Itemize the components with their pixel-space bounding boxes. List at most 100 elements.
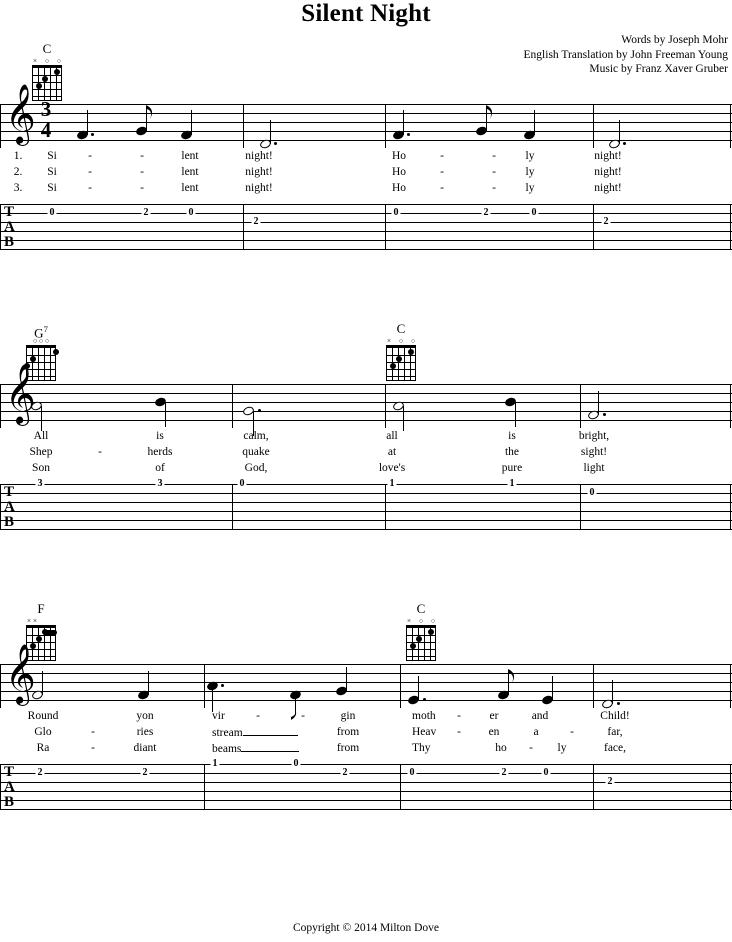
verse-number: 3. (13, 182, 23, 194)
credit-music: Music by Franz Xaver Gruber (589, 63, 728, 76)
lyric-syllable: quake (242, 446, 270, 458)
tab-staff-3: T A B 2 2 1 0 2 0 2 0 2 (0, 759, 732, 810)
melisma-line (242, 724, 298, 736)
finger-dot (36, 636, 42, 642)
tab-fret: 0 (237, 478, 247, 489)
lyric-syllable: ly (525, 182, 535, 194)
chord-label: G7 (34, 324, 48, 341)
open-marker-string-3 (44, 57, 50, 65)
chord-label: C (42, 41, 52, 56)
mute-marker-string-6 (386, 337, 392, 345)
lyric-syllable: night! (594, 182, 622, 194)
lyric-syllable: face, (603, 742, 627, 754)
lyric-hyphen: - (301, 710, 305, 722)
tab-fret: 0 (186, 207, 196, 218)
chord-open-mute-markers (406, 617, 436, 625)
lyric-hyphen: - (457, 710, 461, 722)
tab-fret: 2 (141, 207, 151, 218)
time-signature: 3 4 (40, 97, 52, 142)
tab-fret: 3 (155, 478, 165, 489)
credits-block: Words by Joseph Mohr English Translation… (524, 33, 728, 77)
treble-clef-icon: 𝄞 (5, 364, 36, 424)
open-marker-string-1 (410, 337, 416, 345)
lyric-syllable: sight! (580, 446, 608, 458)
lyric-syllable: is (156, 430, 164, 442)
lyric-hyphen: - (529, 742, 533, 754)
credit-words: Words by Joseph Mohr (621, 34, 728, 46)
mute-marker-string-6 (406, 617, 412, 625)
lyric-syllable: Thy (412, 742, 431, 754)
tab-staff-2: T A B 3 3 0 1 1 0 (0, 479, 732, 530)
lyric-syllable: Ho (391, 182, 407, 194)
lyric-syllable: the (504, 446, 520, 458)
lyric-syllable: night! (245, 150, 273, 162)
finger-dot (54, 69, 60, 75)
lyric-hyphen: - (140, 182, 144, 194)
lyric-syllable: light (583, 462, 605, 474)
open-marker-string-3 (398, 337, 404, 345)
finger-dot (428, 629, 434, 635)
tab-staff-1: T A B 0 2 0 2 0 2 0 2 (0, 204, 732, 250)
lyric-syllable: Si (47, 150, 57, 162)
open-marker-string-1 (56, 57, 62, 65)
lyric-syllable: night! (594, 166, 622, 178)
lyric-syllable: pure (501, 462, 523, 474)
tab-fret: 2 (140, 767, 150, 778)
tab-fret: 0 (407, 767, 417, 778)
chord-open-mute-markers (386, 337, 416, 345)
lyric-hyphen: - (440, 166, 444, 178)
tab-fret: 1 (387, 478, 397, 489)
lyric-hyphen: - (492, 150, 496, 162)
lyric-syllable: love's (378, 462, 406, 474)
lyric-syllable: yon (136, 710, 154, 722)
tab-letter-a: A (4, 779, 15, 795)
tab-fret: 2 (340, 767, 350, 778)
finger-dot (42, 629, 48, 635)
chord-open-mute-markers (26, 617, 56, 625)
lyric-syllable: God, (244, 462, 268, 474)
lyric-syllable: vir (212, 710, 225, 722)
lyric-hyphen: - (88, 166, 92, 178)
lyric-syllable: night! (594, 150, 622, 162)
lyric-syllable: er (489, 710, 499, 722)
tab-letter-t: T (4, 484, 15, 500)
finger-dot (416, 636, 422, 642)
tab-letter-b: B (4, 794, 15, 810)
copyright-notice: Copyright © 2014 Milton Dove (292, 922, 440, 934)
verse-number: 2. (13, 166, 23, 178)
lyric-hyphen: - (98, 446, 102, 458)
lyric-syllable: Shep (29, 446, 53, 458)
tab-fret: 0 (291, 758, 301, 769)
lyric-syllable: gin (340, 710, 356, 722)
lyric-syllable: far, (607, 726, 623, 738)
verse-number: 1. (13, 150, 23, 162)
lyric-syllable: Round (27, 710, 59, 722)
finger-dot (390, 363, 396, 369)
chord-label: C (416, 601, 426, 616)
tab-fret: 2 (481, 207, 491, 218)
lyric-syllable: night! (245, 166, 273, 178)
tab-fret: 0 (541, 767, 551, 778)
tab-fret: 0 (47, 207, 57, 218)
lyric-syllable: Glo (34, 726, 52, 738)
sheet-music-page: Silent Night Words by Joseph Mohr Englis… (0, 0, 732, 942)
tab-fret: 2 (499, 767, 509, 778)
lyric-syllable: Ho (391, 150, 407, 162)
lyric-syllable: en (488, 726, 500, 738)
lyric-syllable: bright, (578, 430, 610, 442)
tab-fret: 2 (35, 767, 45, 778)
tab-letter-a: A (4, 499, 15, 515)
lyric-syllable: Si (47, 182, 57, 194)
finger-dot (36, 83, 42, 89)
lyric-hyphen: - (91, 726, 95, 738)
lyric-syllable: from (336, 726, 360, 738)
finger-dot (410, 643, 416, 649)
chord-open-mute-markers (32, 57, 62, 65)
tab-letter-b: B (4, 234, 15, 250)
tab-fret: 0 (391, 207, 401, 218)
lyric-syllable: lent (181, 150, 199, 162)
lyric-syllable: lent (181, 166, 199, 178)
lyric-syllable: from (336, 742, 360, 754)
open-marker-string-2 (44, 337, 50, 345)
chord-open-mute-markers (26, 337, 56, 345)
